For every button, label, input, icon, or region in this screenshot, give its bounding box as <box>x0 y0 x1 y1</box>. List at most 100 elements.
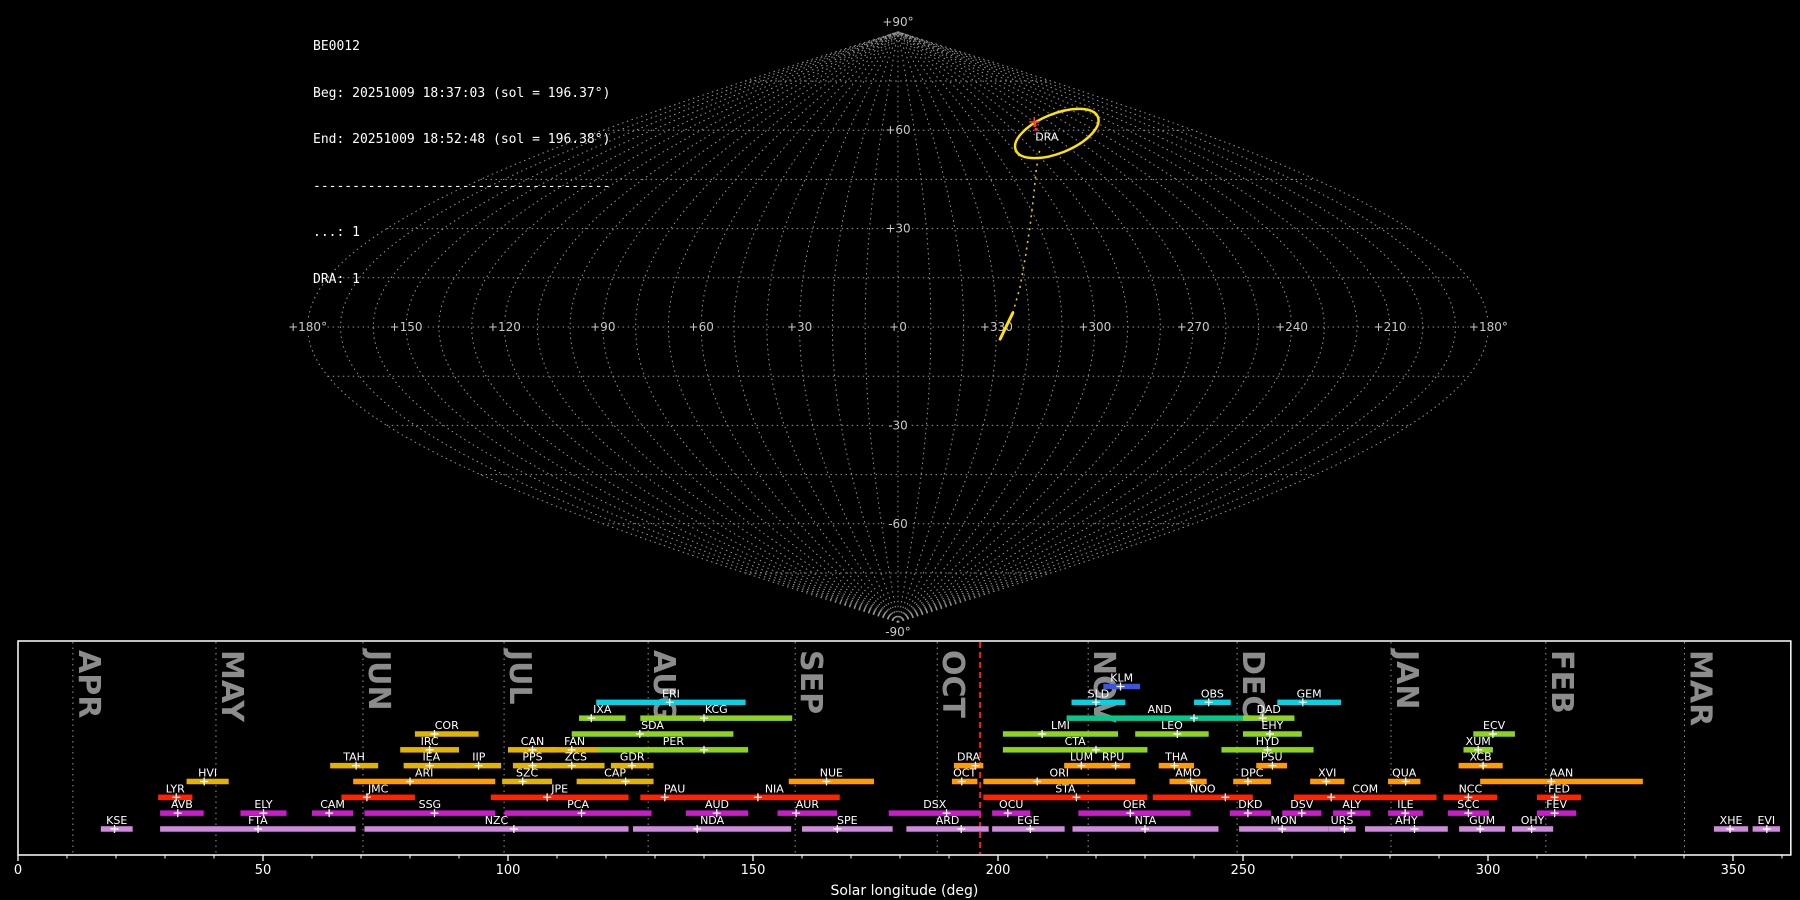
shower-bar-LMI <box>1002 731 1119 737</box>
shower-label-OER: OER <box>1123 798 1147 811</box>
shower-label-DSX: DSX <box>923 798 946 811</box>
month-label-OCT: OCT <box>935 650 970 719</box>
latitude-label--90°: -90° <box>885 625 911 639</box>
radiant-backtrack-line <box>1012 149 1041 314</box>
equator-label-+150: +150 <box>390 320 423 334</box>
latitude-label-+30: +30 <box>885 222 910 236</box>
equator-label-+300: +300 <box>1078 320 1111 334</box>
shower-label-DAD: DAD <box>1257 703 1281 716</box>
tick-label-0: 0 <box>14 863 22 878</box>
tick-label-150: 150 <box>741 863 766 878</box>
latitude-label-+90°: +90° <box>882 15 913 29</box>
shower-bar-JPE <box>490 794 629 801</box>
observation-info-panel: BE0012 Beg: 20251009 18:37:03 (sol = 196… <box>313 8 610 318</box>
tick-label-250: 250 <box>1231 863 1256 878</box>
separator-line: -------------------------------------- <box>313 178 611 194</box>
shower-label-FED: FED <box>1548 782 1570 795</box>
shower-bar-IXA <box>579 715 626 721</box>
shower-label-QUA: QUA <box>1392 766 1417 779</box>
equator-label-+120: +120 <box>488 320 521 334</box>
shower-label-NDA: NDA <box>700 814 725 827</box>
shower-label-AVB: AVB <box>171 798 193 811</box>
shower-bar-DPC <box>1233 778 1271 785</box>
tick-label-100: 100 <box>496 863 521 878</box>
shower-label-LEO: LEO <box>1161 719 1183 732</box>
shower-label-HVI: HVI <box>198 766 217 779</box>
equator-label-+270: +270 <box>1177 320 1210 334</box>
shower-label-CAP: CAP <box>604 766 626 779</box>
shower-bar-SDA <box>571 731 734 737</box>
shower-label-NIA: NIA <box>765 782 784 795</box>
end-time-line: End: 20251009 18:52:48 (sol = 196.38°) <box>313 132 611 147</box>
shower-label-ORI: ORI <box>1049 766 1069 779</box>
shower-label-GEM: GEM <box>1297 687 1322 700</box>
shower-label-SCC: SCC <box>1457 798 1480 811</box>
shower-label-JMC: JMC <box>367 782 389 795</box>
shower-label-DPC: DPC <box>1241 766 1264 779</box>
shower-label-IXA: IXA <box>593 703 612 716</box>
shower-label-JPE: JPE <box>550 782 568 795</box>
month-label-MAY: MAY <box>214 650 249 723</box>
shower-label-STA: STA <box>1055 782 1076 795</box>
equator-label-+0: +0 <box>889 320 907 334</box>
shower-label-NTA: NTA <box>1135 814 1157 827</box>
shower-label-OCT: OCT <box>953 766 976 779</box>
station-id: BE0012 <box>313 39 360 54</box>
shower-bar-NDA <box>632 826 792 832</box>
shower-bar-PAU <box>640 794 709 801</box>
shower-bar-AUR <box>777 810 838 816</box>
shower-label-OHY: OHY <box>1521 814 1545 827</box>
equator-label-+90: +90 <box>590 320 615 334</box>
shower-label-SSG: SSG <box>419 798 442 811</box>
radiant-map-screen: +180° +150 +120 +90 +60 +30 +0 +330 +300 +270 +240… <box>0 0 1800 900</box>
shower-bar-SSG <box>364 810 496 816</box>
shower-label-GDR: GDR <box>620 751 645 764</box>
latitude-label--30: -30 <box>888 418 908 432</box>
shower-label-PSU: PSU <box>1261 751 1283 764</box>
shower-bar-AVB <box>160 810 204 816</box>
shower-label-LMI: LMI <box>1051 719 1070 732</box>
shower-label-HYD: HYD <box>1256 735 1279 748</box>
shower-label-DKD: DKD <box>1238 798 1262 811</box>
shower-label-SDA: SDA <box>641 719 664 732</box>
shower-label-LYR: LYR <box>166 782 185 795</box>
shower-label-COM: COM <box>1352 782 1378 795</box>
shower-label-EHY: EHY <box>1261 719 1283 732</box>
shower-label-NUE: NUE <box>820 766 843 779</box>
month-label-APR: APR <box>71 650 106 718</box>
shower-label-NOO: NOO <box>1190 782 1216 795</box>
shower-bar-COM <box>1293 794 1437 801</box>
tick-label-200: 200 <box>986 863 1011 878</box>
equator-label-+180°: +180° <box>1469 320 1508 334</box>
count-sporadic: ...: 1 <box>313 225 360 240</box>
shower-bar-LEO <box>1135 731 1209 737</box>
latitude-label-+60: +60 <box>885 123 910 137</box>
shower-label-MON: MON <box>1270 814 1296 827</box>
shower-label-ARD: ARD <box>936 814 960 827</box>
shower-label-TAH: TAH <box>342 751 365 764</box>
shower-label-AHY: AHY <box>1395 814 1418 827</box>
shower-label-AMO: AMO <box>1175 766 1201 779</box>
shower-label-PPS: PPS <box>522 751 542 764</box>
month-label-AUG: AUG <box>646 650 681 721</box>
x-axis-label: Solar longitude (deg) <box>830 883 978 899</box>
shower-label-ALY: ALY <box>1342 798 1361 811</box>
shower-bar-SZC <box>502 778 553 785</box>
shower-label-ILE: ILE <box>1397 798 1413 811</box>
radiant-label-dra: DRA <box>1035 130 1059 143</box>
shower-label-EGE: EGE <box>1017 814 1039 827</box>
shower-activity-timeline: APR MAY JUN JUL AUG SEP OCT NOV DEC JAN FEB MARKLME… <box>14 640 1792 899</box>
month-label-JUN: JUN <box>361 648 396 711</box>
tick-label-50: 50 <box>255 863 272 878</box>
shower-label-CTA: CTA <box>1065 735 1087 748</box>
shower-label-IEA: IEA <box>422 751 440 764</box>
shower-bar-ZCS <box>547 762 605 769</box>
shower-bar-AND <box>1066 715 1253 721</box>
shower-label-SPE: SPE <box>837 814 858 827</box>
shower-label-OCU: OCU <box>999 798 1023 811</box>
shower-label-RPU: RPU <box>1102 751 1124 764</box>
shower-bar-SPE <box>802 826 893 832</box>
shower-label-PAU: PAU <box>664 782 686 795</box>
shower-label-CAN: CAN <box>521 735 544 748</box>
shower-bar-ARD <box>906 826 989 832</box>
